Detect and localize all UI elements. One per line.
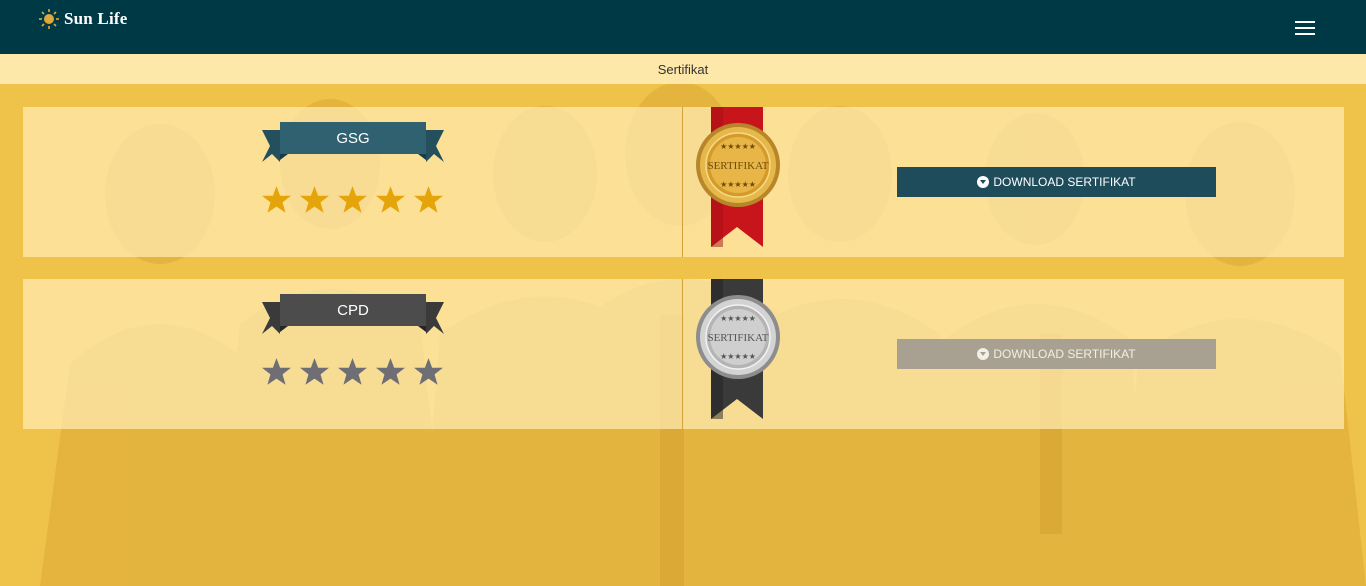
star-icon [300,358,329,385]
top-navbar: Sun Life [0,0,1366,54]
certificate-card-gsg: GSG SERTIFIKAT ★★★★★ ★★★★★ DOWNLOAD SERT… [23,107,1344,257]
sun-logo-icon [39,9,59,29]
download-icon [977,176,990,188]
hamburger-icon[interactable] [1291,17,1319,39]
medal-text: SERTIFIKAT [707,160,768,172]
card-divider [682,279,683,429]
download-certificate-button[interactable]: DOWNLOAD SERTIFIKAT [897,167,1216,197]
svg-text:★★★★★: ★★★★★ [720,142,756,151]
download-button-label: DOWNLOAD SERTIFIKAT [993,175,1136,189]
certificate-card-cpd: CPD SERTIFIKAT ★★★★★ ★★★★★ DOWNLOAD SERT… [23,279,1344,429]
star-icon [338,358,367,385]
star-icon [300,186,329,213]
medal-text: SERTIFIKAT [707,332,768,344]
star-icon [414,358,443,385]
certificate-ribbon: CPD [262,294,444,334]
star-icon [338,186,367,213]
download-button-label: DOWNLOAD SERTIFIKAT [993,347,1136,361]
star-icon [262,186,291,213]
svg-text:★★★★★: ★★★★★ [720,180,756,189]
gold-medal-icon: SERTIFIKAT ★★★★★ ★★★★★ [696,107,780,247]
certificate-ribbon: GSG [262,122,444,162]
star-icon [376,358,405,385]
svg-text:★★★★★: ★★★★★ [720,352,756,361]
sun-life-logo[interactable]: Sun Life [38,8,127,30]
star-rating [262,186,443,214]
page-title: Sertifikat [657,61,709,77]
star-rating [262,358,443,386]
page-title-bar: Sertifikat [0,54,1366,84]
certificate-name: CPD [337,301,369,319]
star-icon [414,186,443,213]
silver-medal-icon: SERTIFIKAT ★★★★★ ★★★★★ [696,279,780,419]
star-icon [262,358,291,385]
brand-name: Sun Life [64,9,128,28]
star-icon [376,186,405,213]
download-certificate-button-disabled[interactable]: DOWNLOAD SERTIFIKAT [897,339,1216,369]
card-divider [682,107,683,257]
svg-text:★★★★★: ★★★★★ [720,314,756,323]
certificate-name: GSG [336,129,370,147]
download-icon [977,348,990,360]
